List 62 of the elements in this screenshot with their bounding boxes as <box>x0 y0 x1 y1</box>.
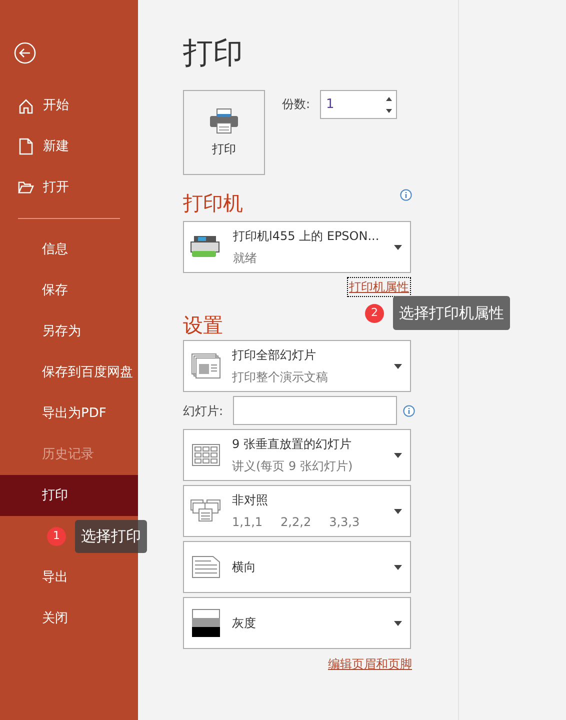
caret-icon <box>394 508 402 514</box>
option-subtitle: 讲义(每页 9 张幻灯片) <box>232 458 353 475</box>
option-title: 9 张垂直放置的幻灯片 <box>232 436 352 453</box>
caret-icon <box>394 620 402 626</box>
page-icon <box>192 556 220 578</box>
document-icon <box>19 138 33 155</box>
info-icon[interactable] <box>403 404 415 416</box>
grayscale-icon <box>192 609 220 637</box>
menu-item[interactable]: 开始 <box>0 85 138 126</box>
info-icon[interactable] <box>400 189 412 201</box>
slides-input[interactable] <box>233 396 397 425</box>
option-title: 打印全部幻灯片 <box>232 347 317 364</box>
printer-status: 就绪 <box>233 250 258 267</box>
menu-item[interactable]: 保存 <box>0 270 138 311</box>
grid-icon <box>192 444 220 466</box>
copies-label: 份数: <box>282 96 310 113</box>
printer-icon <box>189 234 221 260</box>
settings-dropdown[interactable]: 打印全部幻灯片 打印整个演示文稿 <box>183 340 411 392</box>
menu-item[interactable]: 新建 <box>0 126 138 167</box>
slides-icon <box>191 353 221 379</box>
option-title: 非对照 <box>232 492 269 509</box>
menu-item[interactable]: 保存到百度网盘 <box>0 352 138 393</box>
menu-item[interactable]: 打印 <box>0 475 138 516</box>
menu-item[interactable]: 另存为 <box>0 311 138 352</box>
menu-item[interactable]: 导出 <box>0 557 138 598</box>
home-icon <box>18 98 34 114</box>
section-heading: 设置 <box>183 312 223 339</box>
settings-dropdown[interactable]: 9 张垂直放置的幻灯片 讲义(每页 9 张幻灯片) <box>183 429 411 481</box>
caret-icon <box>394 452 402 458</box>
settings-dropdown[interactable]: 灰度 <box>183 597 411 649</box>
option-title: 灰度 <box>232 615 257 632</box>
menu-item[interactable]: 打开 <box>0 167 138 208</box>
caret-icon <box>394 364 402 368</box>
printer-dropdown[interactable]: 打印机l455 上的 EPSON... 就绪 <box>183 221 411 273</box>
option-title: 横向 <box>232 559 257 576</box>
collate-icon <box>190 499 222 523</box>
menu-item[interactable]: 信息 <box>0 229 138 270</box>
menu-item[interactable]: 关闭 <box>0 598 138 639</box>
copies-spinner[interactable]: 1 <box>320 90 398 119</box>
callout-tooltip: 选择打印 <box>75 520 147 553</box>
slides-label: 幻灯片: <box>183 402 224 420</box>
option-subtitle: 2,2,2 <box>280 514 312 531</box>
option-subtitle: 打印整个演示文稿 <box>232 369 328 386</box>
folder-icon <box>18 181 34 194</box>
step-badge: 1 <box>47 527 66 546</box>
settings-dropdown[interactable]: 非对照 1,1,1 2,2,2 3,3,3 <box>183 485 411 537</box>
spin-arrows-icon[interactable] <box>386 94 392 114</box>
page-title: 打印 <box>183 35 243 73</box>
option-subtitle: 1,1,1 <box>232 514 263 531</box>
menu-item[interactable]: 导出为PDF <box>0 393 138 434</box>
back-icon[interactable] <box>14 42 36 64</box>
callout-tooltip: 选择打印机属性 <box>393 296 510 330</box>
printer-name: 打印机l455 上的 EPSON... <box>233 228 380 245</box>
caret-icon <box>394 564 402 570</box>
printer-icon <box>209 108 239 134</box>
option-subtitle: 3,3,3 <box>329 514 360 531</box>
caret-icon <box>394 244 402 250</box>
header-footer-link[interactable]: 编辑页眉和页脚 <box>328 655 412 673</box>
print-button[interactable]: 打印 <box>183 90 265 175</box>
settings-dropdown[interactable]: 横向 <box>183 541 411 593</box>
section-heading: 打印机 <box>183 190 243 217</box>
step-badge: 2 <box>365 304 384 322</box>
